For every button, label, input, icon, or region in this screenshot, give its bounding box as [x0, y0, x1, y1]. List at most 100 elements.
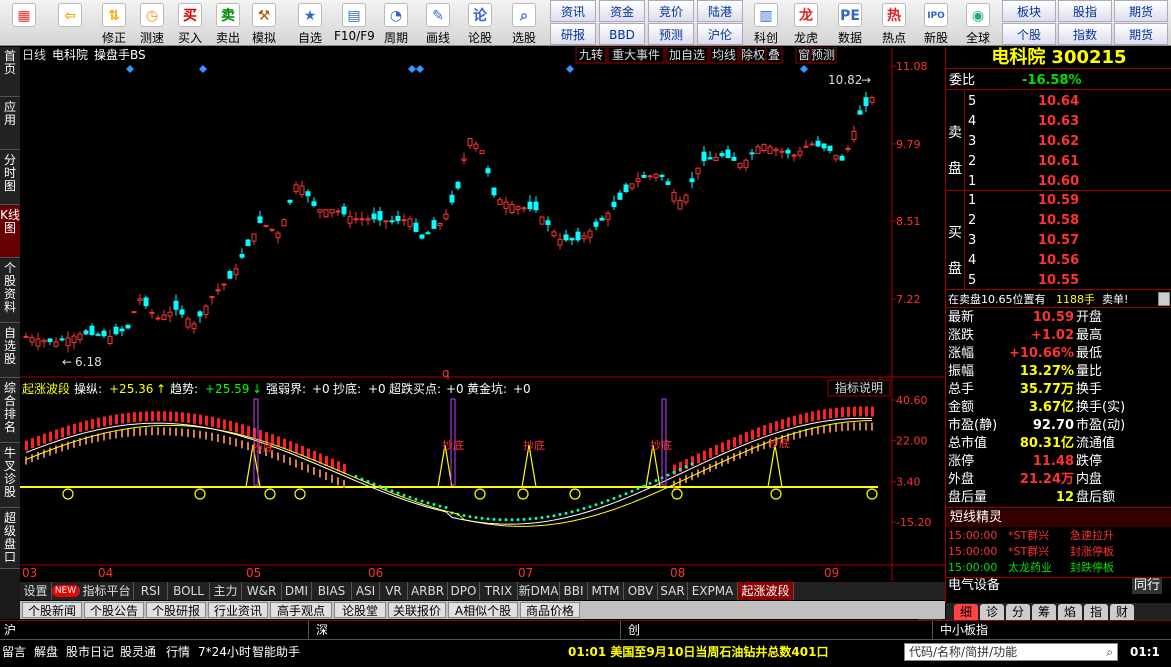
info-tab-分[interactable]: 分 — [1006, 604, 1030, 620]
status-item-股市日记[interactable]: 股市日记 — [66, 643, 114, 661]
status-item-7*24小时[interactable]: 7*24小时 — [198, 643, 251, 661]
bid-row[interactable]: 2 10.58 — [946, 211, 1171, 230]
info-tab-个股公告[interactable]: 个股公告 — [84, 602, 144, 618]
info-tab-关联报价[interactable]: 关联报价 — [388, 602, 446, 618]
info-tab-筹[interactable]: 筹 — [1032, 604, 1056, 620]
toolbar-button-5[interactable]: 卖卖出 — [208, 0, 248, 46]
indicator-tab-BOLL[interactable]: BOLL — [168, 582, 210, 600]
ask-row[interactable]: 5 10.64 — [946, 92, 1171, 111]
bid-row[interactable]: 3 10.57 — [946, 231, 1171, 250]
toolbar-right-button-1[interactable]: 龙龙虎 — [786, 0, 826, 46]
info-tab-个股新闻[interactable]: 个股新闻 — [22, 602, 82, 618]
indicator-tab-主力[interactable]: 主力 — [210, 582, 242, 600]
info-tab-商品价格[interactable]: 商品价格 — [520, 602, 580, 618]
info-tab-指[interactable]: 指 — [1084, 604, 1108, 620]
search-box[interactable]: 代码/名称/简拼/功能 ⌕ — [904, 643, 1118, 661]
kline-chart-svg[interactable]: 日线 电科院 操盘手BS 九转 重大事件 加自选 均线 除权叠 窗预测 11.08 9.79 8.51… — [20, 46, 945, 581]
ask-row[interactable]: 3 10.62 — [946, 132, 1171, 151]
indicator-tab-MTM[interactable]: MTM — [588, 582, 624, 600]
info-tab-高手观点[interactable]: 高手观点 — [270, 602, 332, 618]
toolbar-link-资讯[interactable]: 资讯 — [550, 0, 596, 22]
left-tab-分时图[interactable]: 分时图 — [0, 151, 20, 205]
left-tab-超级盘口[interactable]: 超级盘口 — [0, 509, 20, 569]
toolbar-link-沪伦[interactable]: 沪伦 — [697, 23, 743, 45]
toolbar-right-button-3[interactable]: 热热点 — [874, 0, 914, 46]
toolbar-button-10[interactable]: ✎ 画线 — [418, 0, 458, 46]
index-label-沪[interactable]: 沪 — [4, 621, 16, 639]
sprite-row[interactable]: 15:00:00 太龙药业 封跌停板 — [946, 560, 1171, 576]
toolbar-right-button-0[interactable]: ▥ 科创 — [746, 0, 786, 46]
indicator-tab-ASI[interactable]: ASI — [352, 582, 380, 600]
indicator-tab-起涨波段[interactable]: 起涨波段 — [738, 582, 794, 600]
bid-row[interactable]: 4 10.56 — [946, 251, 1171, 270]
index-label-深[interactable]: 深 — [316, 621, 328, 639]
scroll-icon[interactable] — [1158, 292, 1170, 306]
left-tab-K线图[interactable]: K线图 — [0, 206, 20, 258]
indicator-tab-BBI[interactable]: BBI — [560, 582, 588, 600]
indicator-tab-指标平台[interactable]: 指标平台 — [80, 582, 134, 600]
ask-row[interactable]: 1 10.60 — [946, 172, 1171, 191]
info-tab-细[interactable]: 细 — [954, 604, 978, 620]
info-tab-个股研报[interactable]: 个股研报 — [146, 602, 206, 618]
status-item-股灵通[interactable]: 股灵通 — [120, 643, 156, 661]
indicator-tab-TRIX[interactable]: TRIX — [480, 582, 518, 600]
left-tab-牛叉诊股[interactable]: 牛叉诊股 — [0, 444, 20, 508]
toolbar-button-9[interactable]: ◔ 周期 — [376, 0, 416, 46]
toolbar-right-button-5[interactable]: ◉ 全球 — [958, 0, 998, 46]
toolbar-market-期货[interactable]: 期货 — [1114, 23, 1168, 45]
toolbar-link-资金[interactable]: 资金 — [599, 0, 645, 22]
indicator-tab-设置[interactable]: 设置 — [20, 582, 52, 600]
toolbar-link-陆港[interactable]: 陆港 — [697, 0, 743, 22]
bid-row[interactable]: 5 10.55 — [946, 271, 1171, 290]
toolbar-button-11[interactable]: 论论股 — [460, 0, 500, 46]
info-tab-焰[interactable]: 焰 — [1058, 604, 1082, 620]
bid-row[interactable]: 1 10.59 — [946, 191, 1171, 210]
toolbar-button-12[interactable]: ⌕ 选股 — [504, 0, 544, 46]
toolbar-button-3[interactable]: ◷ 测速 — [132, 0, 172, 46]
industry-tab[interactable]: 同行 — [1132, 578, 1163, 594]
indicator-tab-DMI[interactable]: DMI — [282, 582, 312, 600]
toolbar-button-6[interactable]: ⚒ 模拟 — [244, 0, 284, 46]
toolbar-market-期货[interactable]: 期货 — [1114, 0, 1168, 22]
indicator-tab-BIAS[interactable]: BIAS — [312, 582, 352, 600]
index-label-创[interactable]: 创 — [628, 621, 640, 639]
indicator-tab-RSI[interactable]: RSI — [134, 582, 168, 600]
indicator-tab-OBV[interactable]: OBV — [624, 582, 658, 600]
toolbar-link-研报[interactable]: 研报 — [550, 23, 596, 45]
toolbar-button-8[interactable]: ▤ F10/F9 — [334, 0, 375, 46]
status-item-留言[interactable]: 留言 — [2, 643, 26, 661]
indicator-tab-NEW[interactable]: NEW — [52, 585, 80, 597]
indicator-tab-VR[interactable]: VR — [380, 582, 408, 600]
index-label-中小板指[interactable]: 中小板指 — [940, 621, 988, 639]
indicator-tab-SAR[interactable]: SAR — [658, 582, 688, 600]
left-tab-应用[interactable]: 应用 — [0, 98, 20, 150]
left-tab-自选股[interactable]: 自选股 — [0, 324, 20, 378]
toolbar-button-0[interactable]: ▦ — [2, 0, 46, 46]
indicator-tab-ARBR[interactable]: ARBR — [408, 582, 448, 600]
left-tab-个股资料[interactable]: 个股资料 — [0, 259, 20, 323]
toolbar-link-预测[interactable]: 预测 — [648, 23, 694, 45]
ask-row[interactable]: 4 10.63 — [946, 112, 1171, 131]
toolbar-market-指数[interactable]: 指数 — [1058, 23, 1112, 45]
toolbar-button-4[interactable]: 买买入 — [170, 0, 210, 46]
info-tab-诊[interactable]: 诊 — [980, 604, 1004, 620]
info-tab-论股堂[interactable]: 论股堂 — [334, 602, 386, 618]
toolbar-button-2[interactable]: ⇅ 修正 — [94, 0, 134, 46]
kline-chart-area[interactable]: 日线 电科院 操盘手BS 九转 重大事件 加自选 均线 除权叠 窗预测 11.08 9.79 8.51… — [20, 46, 945, 581]
sprite-title[interactable]: 短线精灵 — [946, 509, 1171, 527]
toolbar-market-板块[interactable]: 板块 — [1002, 0, 1056, 22]
left-tab-综合排名[interactable]: 综合排名 — [0, 379, 20, 443]
info-tab-行业资讯[interactable]: 行业资讯 — [208, 602, 268, 618]
indicator-tab-W&R[interactable]: W&R — [242, 582, 282, 600]
info-tab-A相似个股[interactable]: A相似个股 — [448, 602, 518, 618]
toolbar-button-7[interactable]: ★ 自选 — [290, 0, 330, 46]
indicator-tab-EXPMA[interactable]: EXPMA — [688, 582, 738, 600]
ask-row[interactable]: 2 10.61 — [946, 152, 1171, 171]
info-tab-财[interactable]: 财 — [1110, 604, 1134, 620]
toolbar-link-竞价[interactable]: 竞价 — [648, 0, 694, 22]
toolbar-market-个股[interactable]: 个股 — [1002, 23, 1056, 45]
toolbar-right-button-2[interactable]: PE 数据 — [830, 0, 870, 46]
sprite-row[interactable]: 15:00:00 *ST群兴 急速拉升 — [946, 528, 1171, 544]
sprite-row[interactable]: 15:00:00 *ST群兴 封涨停板 — [946, 544, 1171, 560]
status-item-解盘[interactable]: 解盘 — [34, 643, 58, 661]
